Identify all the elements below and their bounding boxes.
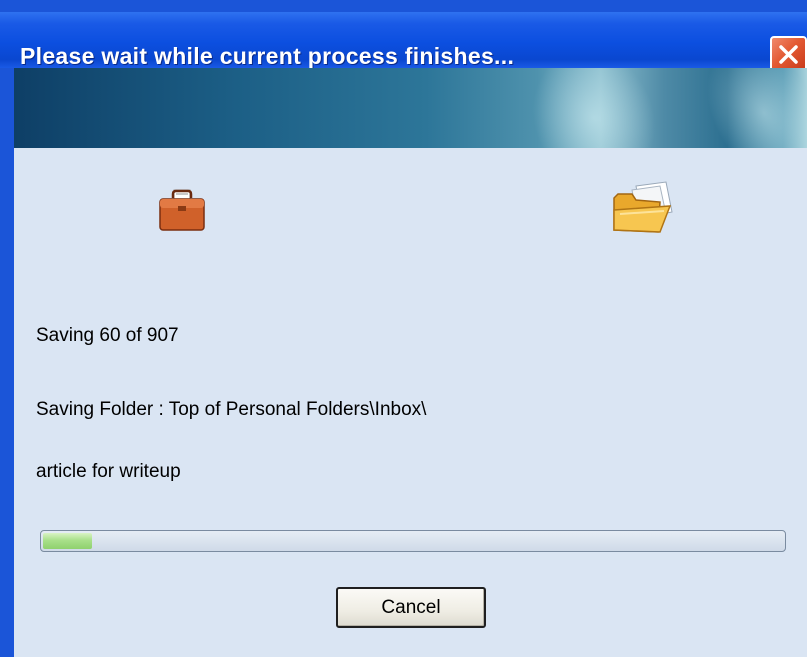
briefcase-icon [159, 189, 205, 231]
dialog-body: Saving 60 of 907 Saving Folder : Top of … [14, 148, 807, 657]
current-item-text: article for writeup [36, 461, 181, 482]
progress-dialog: Please wait while current process finish… [0, 0, 807, 657]
banner-highlight [683, 68, 807, 148]
close-icon [779, 45, 798, 64]
open-folder-icon [613, 181, 673, 233]
progress-bar-fill [43, 533, 93, 549]
progress-bar [40, 530, 786, 552]
header-banner [14, 68, 807, 148]
banner-highlight [510, 68, 678, 148]
window-title: Please wait while current process finish… [20, 43, 515, 69]
progress-count-text: Saving 60 of 907 [36, 325, 179, 346]
current-folder-text: Saving Folder : Top of Personal Folders\… [36, 399, 427, 420]
cancel-button[interactable]: Cancel [336, 587, 486, 628]
title-bar[interactable]: Please wait while current process finish… [0, 12, 807, 73]
